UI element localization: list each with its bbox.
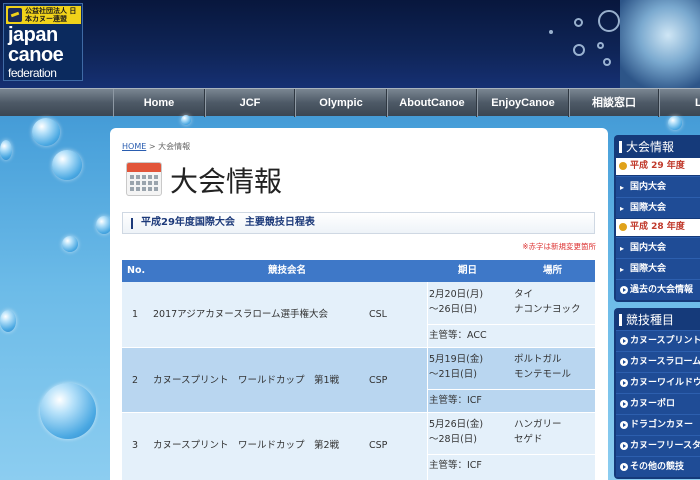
- col-event-name: 競技会名: [268, 265, 307, 276]
- row-host: 主管等：ICF: [429, 395, 482, 406]
- water-bubble: [62, 236, 78, 252]
- schedule-table-header: No. 競技会名 期日 場所: [122, 260, 595, 282]
- row-date-start: 2月20日(月): [429, 289, 484, 300]
- sidebar-item-slalom[interactable]: カヌースラローム: [616, 351, 700, 372]
- row-place-country: ポルトガル: [514, 354, 562, 365]
- row-no: 1: [132, 309, 139, 320]
- change-note: ※赤字は新規変更箇所: [522, 242, 596, 251]
- decor-bubble: [573, 44, 585, 56]
- page-title: 大会情報: [170, 165, 283, 198]
- canoe-mark-icon: [8, 8, 22, 22]
- row-no: 3: [132, 440, 139, 451]
- water-bubble: [40, 383, 96, 439]
- decor-bubble: [549, 30, 553, 34]
- water-bubble: [0, 140, 12, 160]
- site-logo[interactable]: 公益社団法人 日本カヌー連盟 japan canoe federation: [3, 3, 83, 81]
- row-host: 主管等：ACC: [429, 330, 487, 341]
- row-code: CSL: [369, 309, 387, 320]
- water-bubble: [668, 116, 682, 130]
- row-place-city: モンテモール: [514, 369, 572, 380]
- site-header: 公益社団法人 日本カヌー連盟 japan canoe federation: [0, 0, 700, 88]
- sidebar-item-h28-international[interactable]: 国際大会: [616, 258, 700, 279]
- col-no: No.: [127, 265, 146, 276]
- sidebar-item-freestyle[interactable]: カヌーフリースタイル: [616, 435, 700, 456]
- sidebar-item-other[interactable]: その他の競技: [616, 456, 700, 477]
- row-date-start: 5月19日(金): [429, 354, 484, 365]
- row-code: CSP: [369, 440, 388, 451]
- nav-links[interactable]: L: [659, 89, 700, 117]
- row-place-city: ナコンナヨック: [514, 304, 581, 315]
- row-date-end: ～26日(日): [429, 304, 478, 315]
- sidebar-item-h29-international[interactable]: 国際大会: [616, 197, 700, 218]
- col-date: 期日: [458, 265, 478, 276]
- right-sidebar: 大会情報 平成 29 年度 国内大会 国際大会 平成 28 年度 国内大会 国際…: [614, 135, 700, 480]
- table-row: 1 2017アジアカヌースラローム選手権大会 CSL 2月20日(月) ～26日…: [122, 282, 595, 347]
- row-date-end: ～28日(日): [429, 434, 478, 445]
- water-bubble: [52, 150, 82, 180]
- global-nav: Home JCF Olympic AboutCanoe EnjoyCanoe 相…: [0, 88, 700, 117]
- water-bubble: [0, 310, 16, 332]
- sidebar-item-polo[interactable]: カヌーポロ: [616, 393, 700, 414]
- disciplines-menu: 競技種目 カヌースプリント カヌースラローム カヌーワイルドウォーター カヌーポ…: [614, 308, 700, 479]
- events-menu-title: 大会情報: [616, 137, 700, 157]
- calendar-icon: [126, 162, 162, 196]
- events-menu: 大会情報 平成 29 年度 国内大会 国際大会 平成 28 年度 国内大会 国際…: [614, 135, 700, 302]
- row-date-end: ～21日(日): [429, 369, 478, 380]
- decor-bubble: [598, 10, 620, 32]
- sidebar-item-wildwater[interactable]: カヌーワイルドウォーター: [616, 372, 700, 393]
- breadcrumb-current: 大会情報: [158, 142, 191, 151]
- sidebar-item-dragon[interactable]: ドラゴンカヌー: [616, 414, 700, 435]
- nav-about-canoe[interactable]: AboutCanoe: [387, 89, 477, 117]
- nav-jcf[interactable]: JCF: [205, 89, 295, 117]
- breadcrumb-separator: >: [148, 142, 156, 151]
- row-place-city: セゲド: [514, 434, 543, 445]
- nav-home[interactable]: Home: [113, 89, 205, 117]
- breadcrumb-home-link[interactable]: HOME: [122, 142, 146, 151]
- sidebar-item-sprint[interactable]: カヌースプリント: [616, 330, 700, 351]
- row-event-name: カヌースプリント ワールドカップ 第1戦: [153, 375, 340, 386]
- sidebar-item-h29-domestic[interactable]: 国内大会: [616, 176, 700, 197]
- row-event-name: カヌースプリント ワールドカップ 第2戦: [153, 440, 340, 451]
- nav-consultation[interactable]: 相談窓口: [569, 89, 659, 117]
- row-host: 主管等：ICF: [429, 460, 482, 471]
- sidebar-item-h28-domestic[interactable]: 国内大会: [616, 237, 700, 258]
- logo-org-name: 公益社団法人 日本カヌー連盟: [25, 7, 77, 23]
- table-row: 3 カヌースプリント ワールドカップ 第2戦 CSP 5月26日(金) ～28日…: [122, 413, 595, 480]
- row-place-country: タイ: [514, 289, 534, 300]
- nav-olympic[interactable]: Olympic: [295, 89, 387, 117]
- logo-word-canoe: canoe: [8, 44, 64, 66]
- table-row: 2 カヌースプリント ワールドカップ 第1戦 CSP 5月19日(金) ～21日…: [122, 348, 595, 412]
- decor-bubble: [574, 18, 583, 27]
- year-h29-label[interactable]: 平成 29 年度: [616, 158, 700, 175]
- decor-bubble: [603, 58, 611, 66]
- water-bubble: [181, 115, 191, 125]
- water-bubble: [32, 118, 60, 146]
- row-code: CSP: [369, 375, 388, 386]
- logo-word-federation: federation: [8, 66, 57, 80]
- sidebar-item-past-events[interactable]: 過去の大会情報: [616, 279, 700, 300]
- year-h28-label[interactable]: 平成 28 年度: [616, 219, 700, 236]
- decor-bubble: [597, 42, 604, 49]
- row-date-start: 5月26日(金): [429, 419, 484, 430]
- col-place: 場所: [543, 265, 563, 276]
- header-canoe-photo: [620, 0, 700, 88]
- row-place-country: ハンガリー: [514, 419, 562, 430]
- breadcrumb: HOME > 大会情報: [122, 141, 190, 152]
- row-no: 2: [132, 375, 139, 386]
- section-heading: 平成29年度国際大会 主要競技日程表: [122, 212, 595, 234]
- row-event-name: 2017アジアカヌースラローム選手権大会: [153, 309, 329, 320]
- nav-enjoy-canoe[interactable]: EnjoyCanoe: [477, 89, 569, 117]
- disciplines-menu-title: 競技種目: [616, 310, 700, 330]
